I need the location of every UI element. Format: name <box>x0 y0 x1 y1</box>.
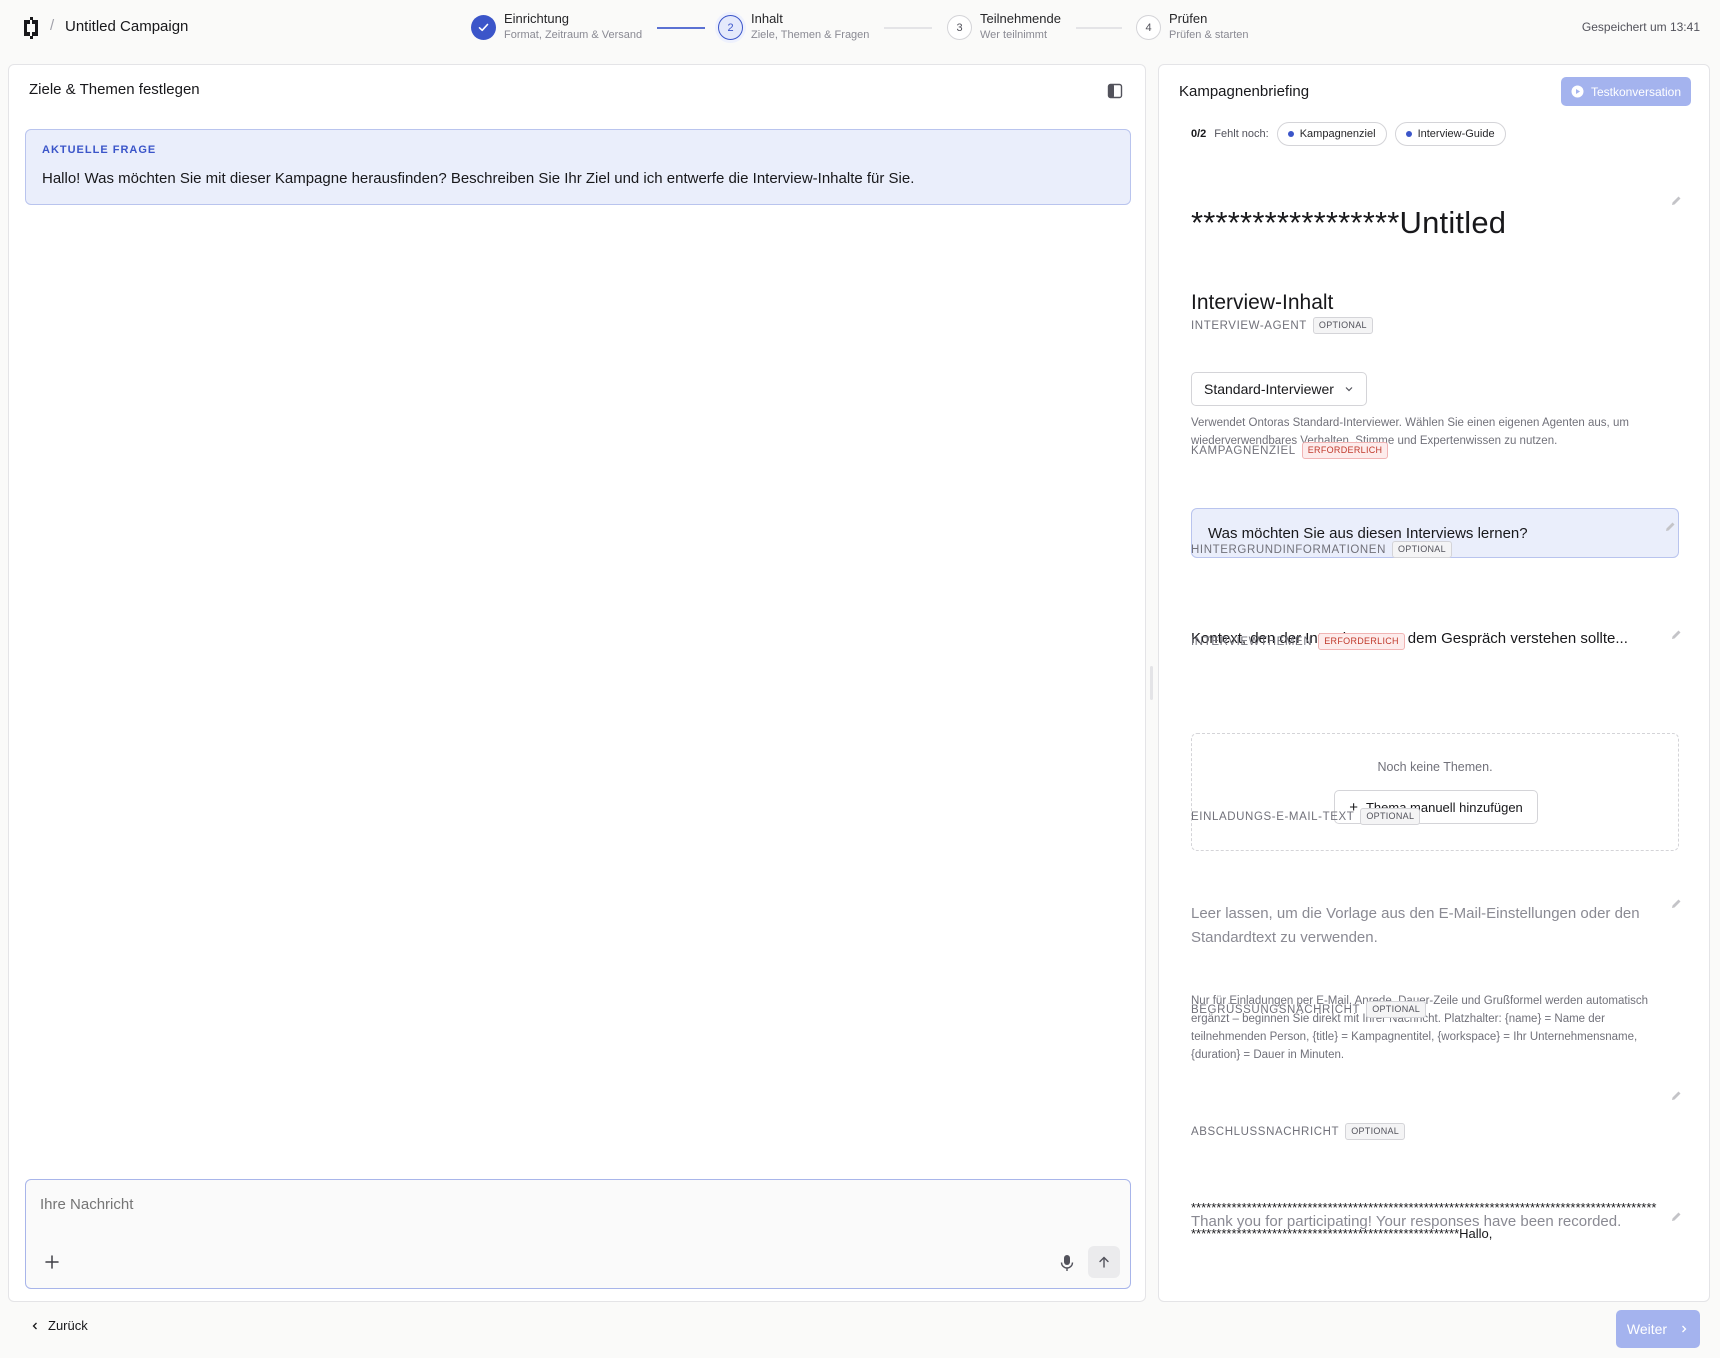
edit-pencil-icon[interactable] <box>1670 897 1683 910</box>
edit-pencil-icon[interactable] <box>1670 628 1683 641</box>
back-button[interactable]: Zurück <box>30 1318 88 1333</box>
section-heading: Interview-Inhalt <box>1191 291 1334 314</box>
panel-title: Ziele & Themen festlegen <box>29 81 200 98</box>
select-value: Standard-Interviewer <box>1204 381 1334 397</box>
chip-label: Interview-Guide <box>1417 128 1495 140</box>
step-einrichtung[interactable]: Einrichtung Format, Zeitraum & Versand <box>471 11 642 43</box>
invite-email-field[interactable]: Leer lassen, um die Vorlage aus den E-Ma… <box>1191 902 1661 950</box>
field-label-greeting: BEGRÜSSUNGSNACHRICHT OPTIONAL <box>1191 1001 1427 1018</box>
step-title: Inhalt <box>751 11 783 26</box>
message-composer[interactable] <box>25 1179 1131 1289</box>
chip-label: Kampagnenziel <box>1299 128 1376 140</box>
current-question-text: Hallo! Was möchten Sie mit dieser Kampag… <box>42 170 915 187</box>
optional-badge: OPTIONAL <box>1345 1123 1406 1140</box>
field-label-text: ABSCHLUSSNACHRICHT <box>1191 1125 1340 1138</box>
missing-chip-kampagnenziel[interactable]: Kampagnenziel <box>1276 122 1387 146</box>
step-subtitle: Ziele, Themen & Fragen <box>751 29 870 41</box>
next-label: Weiter <box>1626 1321 1668 1337</box>
topics-empty-text: Noch keine Themen. <box>1377 760 1493 774</box>
field-label-background: HINTERGRUNDINFORMATIONEN OPTIONAL <box>1191 541 1452 558</box>
chevron-left-icon <box>32 1322 37 1329</box>
interview-agent-select[interactable]: Standard-Interviewer <box>1191 372 1367 406</box>
panel-title: Kampagnenbriefing <box>1179 83 1310 100</box>
field-label-topics: INTERVIEWTHEMEN ERFORDERLICH <box>1191 633 1405 650</box>
field-label-invite-email: EINLADUNGS-E-MAIL-TEXT OPTIONAL <box>1191 808 1421 825</box>
chevron-down-icon <box>1345 387 1353 392</box>
progress-label: Fehlt noch: <box>1214 128 1269 140</box>
current-question-card: AKTUELLE FRAGE Hallo! Was möchten Sie mi… <box>25 129 1131 205</box>
status-dot-icon <box>1405 131 1412 137</box>
edit-pencil-icon[interactable] <box>1670 1089 1683 1102</box>
edit-pencil-icon[interactable] <box>1664 520 1677 533</box>
microphone-icon[interactable] <box>1058 1253 1076 1273</box>
campaign-title[interactable]: Untitled Campaign <box>65 18 188 35</box>
briefing-progress: 0/2 Fehlt noch: Kampagnenziel Interview-… <box>1191 122 1514 146</box>
optional-badge: OPTIONAL <box>1360 808 1421 825</box>
field-label-text: BEGRÜSSUNGSNACHRICHT <box>1191 1003 1361 1016</box>
status-dot-icon <box>1287 131 1294 137</box>
topics-empty-state: Noch keine Themen. + Thema manuell hinzu… <box>1191 733 1679 851</box>
next-button[interactable]: Weiter <box>1616 1310 1700 1348</box>
step-subtitle: Prüfen & starten <box>1169 29 1249 41</box>
required-badge: ERFORDERLICH <box>1318 633 1405 650</box>
plus-icon[interactable] <box>42 1252 62 1272</box>
step-title: Prüfen <box>1169 11 1208 26</box>
step-number: 4 <box>1136 15 1161 40</box>
test-conversation-label: Testkonversation <box>1590 84 1681 99</box>
current-question-label: AKTUELLE FRAGE <box>42 144 157 156</box>
chat-panel: Ziele & Themen festlegen AKTUELLE FRAGE … <box>8 64 1146 1302</box>
check-icon <box>471 15 496 40</box>
field-label-text: HINTERGRUNDINFORMATIONEN <box>1191 543 1386 556</box>
field-label-interview-agent: INTERVIEW-AGENT OPTIONAL <box>1191 317 1373 334</box>
step-pruefen[interactable]: 4 Prüfen Prüfen & starten <box>1136 11 1249 43</box>
sidebar-toggle-icon[interactable] <box>1107 83 1123 99</box>
breadcrumb-separator: / <box>50 17 55 34</box>
panel-resize-handle[interactable] <box>1150 666 1153 700</box>
step-subtitle: Wer teilnimmt <box>980 29 1048 41</box>
closing-field[interactable]: Thank you for participating! Your respon… <box>1191 1213 1621 1230</box>
message-input[interactable] <box>40 1196 940 1213</box>
step-inhalt[interactable]: 2 Inhalt Ziele, Themen & Fragen <box>718 11 869 43</box>
optional-badge: OPTIONAL <box>1392 541 1452 558</box>
step-title: Einrichtung <box>504 11 570 26</box>
briefing-panel: Kampagnenbriefing Testkonversation 0/2 F… <box>1158 64 1710 1302</box>
field-label-closing: ABSCHLUSSNACHRICHT OPTIONAL <box>1191 1123 1406 1140</box>
field-label-campaign-goal: KAMPAGNENZIEL ERFORDERLICH <box>1191 442 1389 459</box>
campaign-name[interactable]: *****************Untitled <box>1191 205 1506 241</box>
edit-pencil-icon[interactable] <box>1670 194 1683 207</box>
edit-pencil-icon[interactable] <box>1670 1210 1683 1223</box>
optional-badge: OPTIONAL <box>1312 317 1373 334</box>
step-teilnehmende[interactable]: 3 Teilnehmende Wer teilnimmt <box>947 11 1061 43</box>
field-label-text: KAMPAGNENZIEL <box>1191 444 1296 457</box>
step-number: 3 <box>947 15 972 40</box>
step-connector <box>657 27 705 29</box>
step-title: Teilnehmende <box>980 11 1061 26</box>
step-subtitle: Format, Zeitraum & Versand <box>504 29 643 41</box>
play-icon <box>1571 85 1584 98</box>
campaign-goal-placeholder: Was möchten Sie aus diesen Interviews le… <box>1208 525 1528 542</box>
arrow-up-icon <box>1099 1256 1109 1268</box>
optional-badge: OPTIONAL <box>1366 1001 1427 1018</box>
progress-count: 0/2 <box>1191 128 1207 140</box>
app-logo-icon[interactable] <box>20 17 42 39</box>
field-label-text: EINLADUNGS-E-MAIL-TEXT <box>1191 810 1355 823</box>
saved-status: Gespeichert um 13:41 <box>1581 20 1700 34</box>
required-badge: ERFORDERLICH <box>1301 442 1389 459</box>
top-bar: / Untitled Campaign Einrichtung Format, … <box>0 0 1720 56</box>
step-connector <box>1076 27 1122 29</box>
send-button[interactable] <box>1088 1246 1120 1278</box>
step-connector <box>884 27 932 29</box>
chevron-right-icon <box>1682 1325 1687 1333</box>
missing-chip-interview-guide[interactable]: Interview-Guide <box>1394 122 1506 146</box>
back-label: Zurück <box>48 1318 88 1333</box>
field-label-text: INTERVIEW-AGENT <box>1191 319 1307 332</box>
step-number: 2 <box>718 15 743 40</box>
test-conversation-button[interactable]: Testkonversation <box>1560 77 1691 106</box>
field-label-text: INTERVIEWTHEMEN <box>1191 635 1313 648</box>
